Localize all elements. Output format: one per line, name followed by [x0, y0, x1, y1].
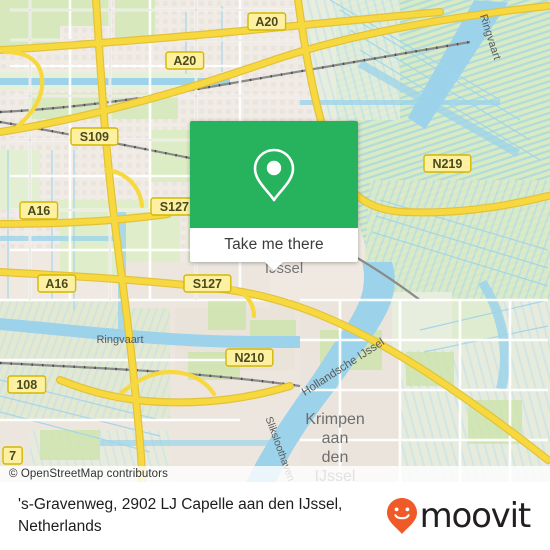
road-shield-label: A16 [27, 204, 50, 218]
road-shield: A16 [19, 201, 59, 220]
moovit-logo[interactable]: moovit [386, 496, 532, 536]
road-shield: A16 [37, 274, 77, 293]
location-popup-card[interactable]: Take me there [190, 121, 358, 271]
road-shield: A20 [247, 12, 287, 31]
road-shield: A20 [165, 51, 205, 70]
road-shield: 108 [7, 375, 47, 394]
popup-tail [265, 262, 283, 271]
map-place-label: aan [322, 430, 349, 447]
address-line-1: 's-Gravenweg, 2902 LJ Capelle aan den IJ… [18, 496, 343, 513]
attribution-text: © OpenStreetMap contributors [9, 468, 168, 480]
road-shield-label: N219 [432, 157, 462, 171]
road-shield-label: 7 [9, 449, 16, 463]
road-shield-label: N210 [234, 351, 264, 365]
road-shield-label: S127 [193, 277, 222, 291]
road-shield: N210 [225, 348, 274, 367]
moovit-map-screenshot: Ringvaart Ringvaart IJssel Hollandsche IJss… [0, 0, 550, 550]
road-shield: S127 [183, 274, 232, 293]
map-place-label: den [322, 449, 349, 466]
road-shield: S109 [70, 127, 119, 146]
map-attribution: © OpenStreetMap contributors [0, 466, 550, 482]
road-shield-label: A16 [45, 277, 68, 291]
take-me-there-label: Take me there [224, 236, 324, 253]
road-shield-label: A20 [173, 54, 196, 68]
road-shield-label: A20 [255, 15, 278, 29]
road-shield-label: S109 [80, 130, 109, 144]
address-text: 's-Gravenweg, 2902 LJ Capelle aan den IJ… [18, 494, 342, 538]
road-shield: N219 [423, 154, 472, 173]
map-place-label: Ringvaart [96, 334, 143, 346]
take-me-there-button[interactable]: Take me there [190, 228, 358, 262]
moovit-pin-smile-icon [386, 498, 417, 534]
road-shield-label: S127 [160, 200, 189, 214]
road-shield-label: 108 [16, 378, 37, 392]
moovit-wordmark: moovit [419, 496, 532, 536]
footer-bar: 's-Gravenweg, 2902 LJ Capelle aan den IJ… [0, 482, 550, 550]
popup-pin-area [190, 121, 358, 228]
map-place-label: Krimpen [305, 411, 365, 428]
address-line-2: Netherlands [18, 518, 102, 535]
road-shield: 7 [2, 446, 23, 465]
map-pin-icon [253, 148, 295, 201]
